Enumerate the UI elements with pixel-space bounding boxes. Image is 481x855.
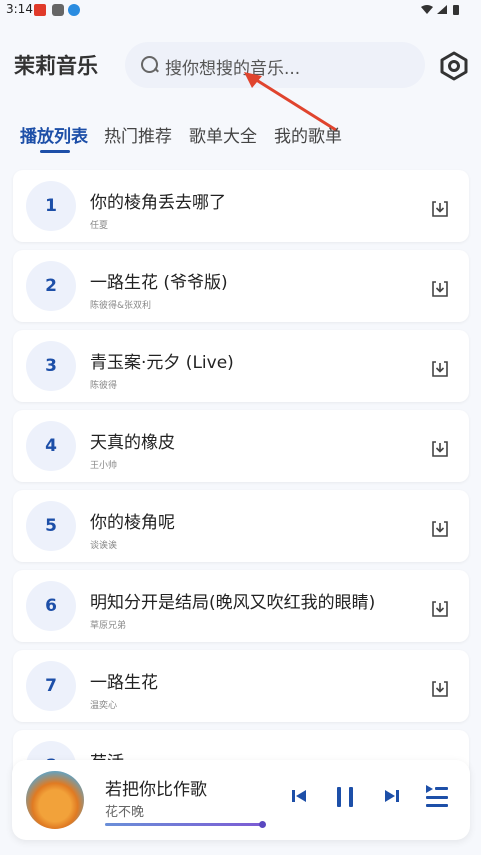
song-artist: 草原兄弟 [90, 621, 127, 631]
download-icon[interactable] [431, 681, 449, 697]
progress-fill [105, 823, 262, 826]
playlist-icon[interactable] [425, 784, 449, 812]
now-playing-title: 若把你比作歌 [105, 780, 207, 800]
now-playing-artist: 花不晚 [105, 805, 145, 820]
mini-player[interactable]: 若把你比作歌 花不晚 [12, 760, 470, 840]
song-item[interactable]: 5 你的棱角呢 谈诶诶 [13, 490, 469, 562]
song-artist: 陈彼得&张双利 [90, 301, 152, 311]
tab-hot-recommend[interactable]: 热门推荐 [104, 122, 172, 147]
download-icon[interactable] [431, 281, 449, 297]
cat-icon [52, 4, 64, 16]
status-time: 3:14 [6, 2, 33, 16]
song-index: 4 [26, 421, 76, 471]
song-index: 1 [26, 181, 76, 231]
pause-icon[interactable] [335, 786, 355, 808]
download-icon[interactable] [431, 601, 449, 617]
next-icon[interactable] [384, 788, 400, 804]
status-bar: 3:14 [0, 0, 481, 20]
song-index: 2 [26, 261, 76, 311]
song-item[interactable]: 7 一路生花 温奕心 [13, 650, 469, 722]
song-item[interactable]: 4 天真的橡皮 王小帅 [13, 410, 469, 482]
song-artist: 陈彼得 [90, 381, 118, 391]
song-artist: 谈诶诶 [90, 541, 118, 551]
song-item[interactable]: 3 青玉案·元夕 (Live) 陈彼得 [13, 330, 469, 402]
progress-bar[interactable] [105, 823, 262, 826]
download-icon[interactable] [431, 521, 449, 537]
song-index: 3 [26, 341, 76, 391]
settings-hex-icon[interactable] [438, 50, 470, 82]
tab-bar: 播放列表 热门推荐 歌单大全 我的歌单 [0, 120, 481, 160]
song-index: 5 [26, 501, 76, 551]
song-title: 天真的橡皮 [90, 433, 175, 453]
album-cover[interactable] [26, 771, 84, 829]
song-title: 一路生花 (爷爷版) [90, 273, 228, 293]
download-icon[interactable] [431, 361, 449, 377]
song-index: 7 [26, 661, 76, 711]
song-item[interactable]: 2 一路生花 (爷爷版) 陈彼得&张双利 [13, 250, 469, 322]
song-title: 青玉案·元夕 (Live) [90, 353, 234, 373]
song-artist: 任夏 [90, 221, 109, 231]
download-icon[interactable] [431, 201, 449, 217]
download-status-icon [68, 4, 80, 16]
song-index: 6 [26, 581, 76, 631]
song-artist: 温奕心 [90, 701, 118, 711]
signal-battery-icon [421, 5, 459, 15]
song-item[interactable]: 6 明知分开是结局(晚风又吹红我的眼睛) 草原兄弟 [13, 570, 469, 642]
progress-knob[interactable] [259, 821, 266, 828]
tab-playlist-collection[interactable]: 歌单大全 [189, 122, 257, 147]
song-title: 一路生花 [90, 673, 158, 693]
download-icon[interactable] [431, 441, 449, 457]
tab-playlist[interactable]: 播放列表 [20, 122, 88, 147]
notification-icon [34, 4, 46, 16]
previous-icon[interactable] [291, 788, 307, 804]
tab-active-indicator [40, 150, 70, 153]
tab-my-playlist[interactable]: 我的歌单 [274, 122, 342, 147]
song-artist: 王小帅 [90, 461, 118, 471]
song-title: 明知分开是结局(晚风又吹红我的眼睛) [90, 593, 376, 613]
song-title: 你的棱角呢 [90, 513, 175, 533]
search-icon [141, 56, 158, 73]
song-item[interactable]: 1 你的棱角丢去哪了 任夏 [13, 170, 469, 242]
song-title: 你的棱角丢去哪了 [90, 193, 226, 213]
app-title: 茉莉音乐 [14, 54, 98, 78]
